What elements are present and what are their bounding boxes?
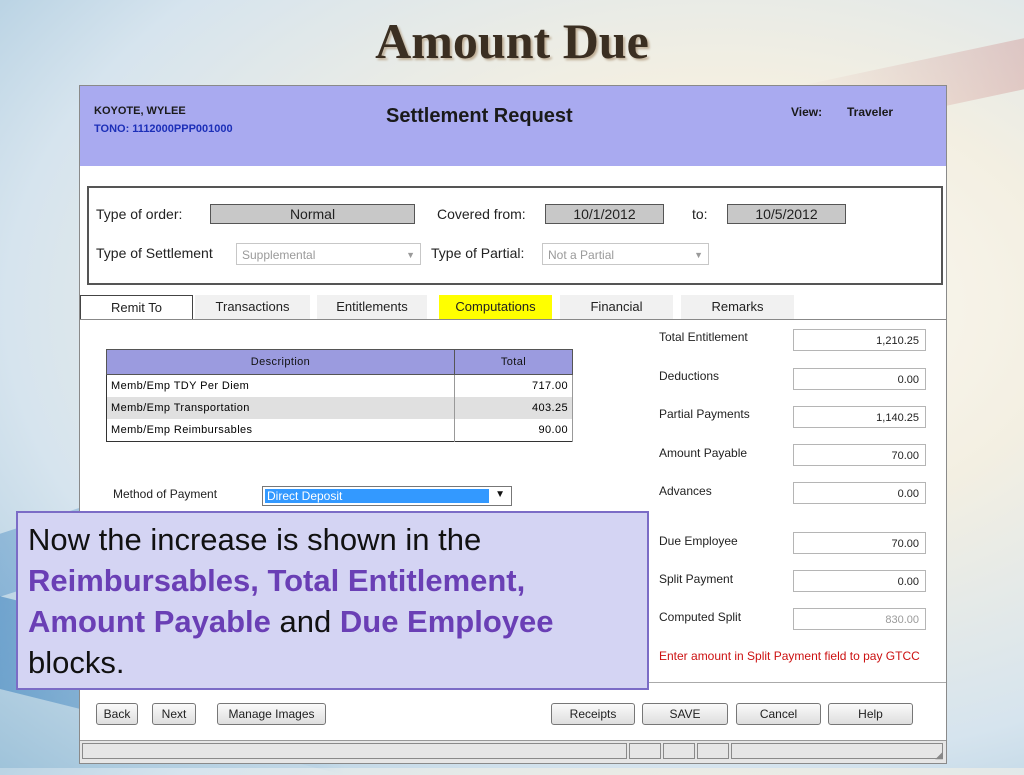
advances-field[interactable]: 0.00: [793, 482, 926, 504]
type-of-settlement-value: Supplemental: [242, 248, 316, 262]
tab-remit-to[interactable]: Remit To: [80, 295, 193, 319]
row-description: Memb/Emp Transportation: [106, 397, 455, 419]
callout-text-plain: blocks.: [28, 645, 125, 680]
cancel-button[interactable]: Cancel: [736, 703, 821, 725]
tab-transactions[interactable]: Transactions: [195, 295, 310, 319]
tab-bar: Remit To Transactions Entitlements Compu…: [80, 295, 946, 319]
covered-to-label: to:: [692, 206, 708, 222]
deductions-field[interactable]: 0.00: [793, 368, 926, 390]
covered-from-field: 10/1/2012: [545, 204, 664, 224]
tab-entitlements[interactable]: Entitlements: [317, 295, 427, 319]
computations-table: Description Total Memb/Emp TDY Per Diem …: [106, 349, 573, 442]
covered-to-field: 10/5/2012: [727, 204, 846, 224]
tab-financial[interactable]: Financial: [560, 295, 673, 319]
page-title: Settlement Request: [386, 105, 573, 127]
annotation-callout: Now the increase is shown in the Reimbur…: [16, 511, 649, 690]
split-payment-label: Split Payment: [659, 572, 734, 586]
method-of-payment-label: Method of Payment: [113, 487, 218, 501]
view-value: Traveler: [847, 105, 894, 119]
tab-remarks[interactable]: Remarks: [681, 295, 794, 319]
row-total: 90.00: [454, 419, 573, 442]
row-description: Memb/Emp Reimbursables: [106, 419, 455, 442]
method-of-payment-select[interactable]: Direct Deposit ▼: [262, 486, 512, 506]
callout-text-plain: Now the increase is shown in the: [28, 522, 482, 557]
chevron-down-icon: ▼: [406, 250, 415, 260]
computed-split-label: Computed Split: [659, 610, 742, 624]
due-employee-field[interactable]: 70.00: [793, 532, 926, 554]
chevron-down-icon: ▼: [694, 250, 703, 260]
table-header-row: Description Total: [106, 349, 573, 375]
type-of-partial-select[interactable]: Not a Partial ▼: [542, 243, 709, 265]
type-of-settlement-select[interactable]: Supplemental ▼: [236, 243, 421, 265]
amount-payable-label: Amount Payable: [659, 446, 748, 460]
partial-payments-field[interactable]: 1,140.25: [793, 406, 926, 428]
view-label: View:: [791, 105, 823, 119]
manage-images-button[interactable]: Manage Images: [217, 703, 326, 725]
app-header: KOYOTE, WYLEE TONO: 1112000PPP001000 Set…: [80, 86, 946, 166]
type-of-partial-value: Not a Partial: [548, 248, 615, 262]
back-button[interactable]: Back: [96, 703, 138, 725]
tab-divider: [80, 319, 946, 320]
table-row[interactable]: Memb/Emp TDY Per Diem 717.00: [106, 374, 573, 397]
traveler-name: KOYOTE, WYLEE: [94, 105, 186, 117]
status-bar-cell: [697, 743, 729, 759]
split-payment-note: Enter amount in Split Payment field to p…: [659, 649, 920, 663]
status-bar-cell: [663, 743, 695, 759]
total-entitlement-field[interactable]: 1,210.25: [793, 329, 926, 351]
type-of-partial-label: Type of Partial:: [431, 245, 525, 261]
table-row[interactable]: Memb/Emp Transportation 403.25: [106, 397, 573, 419]
advances-label: Advances: [659, 484, 712, 498]
callout-text-plain: and: [279, 604, 332, 639]
row-total: 717.00: [454, 374, 573, 397]
covered-from-label: Covered from:: [437, 206, 526, 222]
save-button[interactable]: SAVE: [642, 703, 728, 725]
tono-number: TONO: 1112000PPP001000: [94, 123, 233, 135]
total-entitlement-label: Total Entitlement: [659, 330, 748, 344]
row-total: 403.25: [454, 397, 573, 419]
slide-title: Amount Due: [375, 13, 649, 69]
order-info-panel: Type of order: Normal Covered from: 10/1…: [87, 186, 943, 285]
due-employee-label: Due Employee: [659, 534, 738, 548]
amount-payable-field[interactable]: 70.00: [793, 444, 926, 466]
status-bar-cell: [82, 743, 627, 759]
status-bar-cell: [629, 743, 661, 759]
help-button[interactable]: Help: [828, 703, 913, 725]
split-payment-field[interactable]: 0.00: [793, 570, 926, 592]
row-description: Memb/Emp TDY Per Diem: [106, 374, 455, 397]
receipts-button[interactable]: Receipts: [551, 703, 635, 725]
column-header-total: Total: [454, 349, 573, 375]
callout-text: Now the increase is shown in the Reimbur…: [28, 519, 640, 683]
status-bar-cell: [731, 743, 943, 759]
computed-split-field: 830.00: [793, 608, 926, 630]
next-button[interactable]: Next: [152, 703, 196, 725]
type-of-settlement-label: Type of Settlement: [96, 245, 213, 261]
deductions-label: Deductions: [659, 369, 720, 383]
type-of-order-field: Normal: [210, 204, 415, 224]
tab-computations[interactable]: Computations: [439, 295, 552, 319]
resize-grip-icon[interactable]: ◢: [935, 750, 943, 761]
status-bar: ◢: [80, 740, 946, 763]
type-of-order-label: Type of order:: [96, 206, 183, 222]
partial-payments-label: Partial Payments: [659, 407, 750, 421]
column-header-description: Description: [106, 349, 455, 375]
table-row[interactable]: Memb/Emp Reimbursables 90.00: [106, 419, 573, 442]
chevron-down-icon: ▼: [495, 489, 505, 500]
method-of-payment-value: Direct Deposit: [265, 489, 489, 503]
callout-emphasis: Due Employee: [339, 604, 554, 639]
